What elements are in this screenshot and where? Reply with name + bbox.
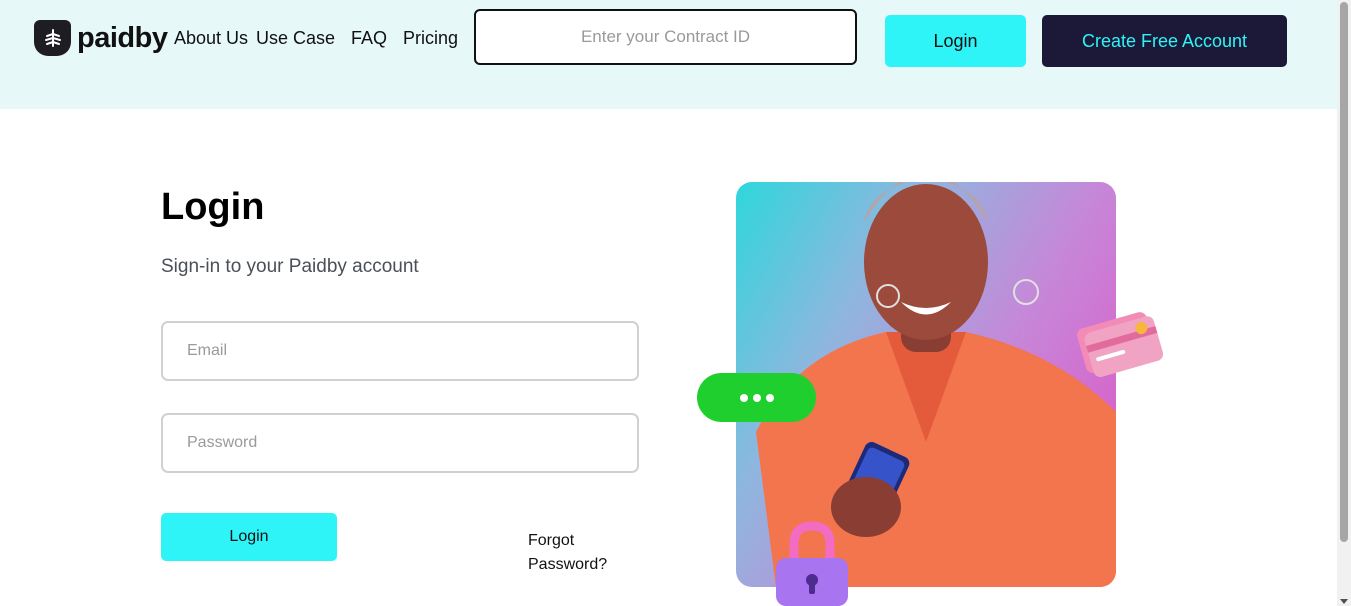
forgot-password-link[interactable]: Forgot Password? — [528, 529, 618, 577]
nav-about-us[interactable]: About Us — [174, 28, 248, 49]
nav-pricing[interactable]: Pricing — [403, 28, 458, 49]
contract-id-input[interactable] — [474, 9, 857, 65]
page-scrollbar[interactable] — [1337, 0, 1351, 606]
page: paidby About Us Use Case FAQ Pricing Log… — [0, 0, 1351, 606]
top-header: paidby About Us Use Case FAQ Pricing Log… — [0, 0, 1337, 109]
password-field[interactable] — [161, 413, 639, 473]
header-login-button[interactable]: Login — [885, 15, 1026, 67]
nav-use-case[interactable]: Use Case — [256, 28, 335, 49]
create-account-button[interactable]: Create Free Account — [1042, 15, 1287, 67]
login-title: Login — [161, 186, 265, 228]
padlock-icon — [776, 521, 848, 606]
login-submit-button[interactable]: Login — [161, 513, 337, 561]
brand-logo[interactable]: paidby — [34, 20, 168, 56]
nav-faq[interactable]: FAQ — [351, 28, 387, 49]
tree-shield-icon — [34, 20, 71, 56]
brand-name: paidby — [77, 21, 168, 54]
login-subtitle: Sign-in to your Paidby account — [161, 256, 419, 277]
email-field[interactable] — [161, 321, 639, 381]
scroll-down-arrow-icon[interactable] — [1340, 599, 1348, 604]
credit-card-icon — [1077, 312, 1164, 377]
chat-bubble-icon — [697, 373, 816, 422]
scrollbar-thumb[interactable] — [1340, 2, 1348, 542]
